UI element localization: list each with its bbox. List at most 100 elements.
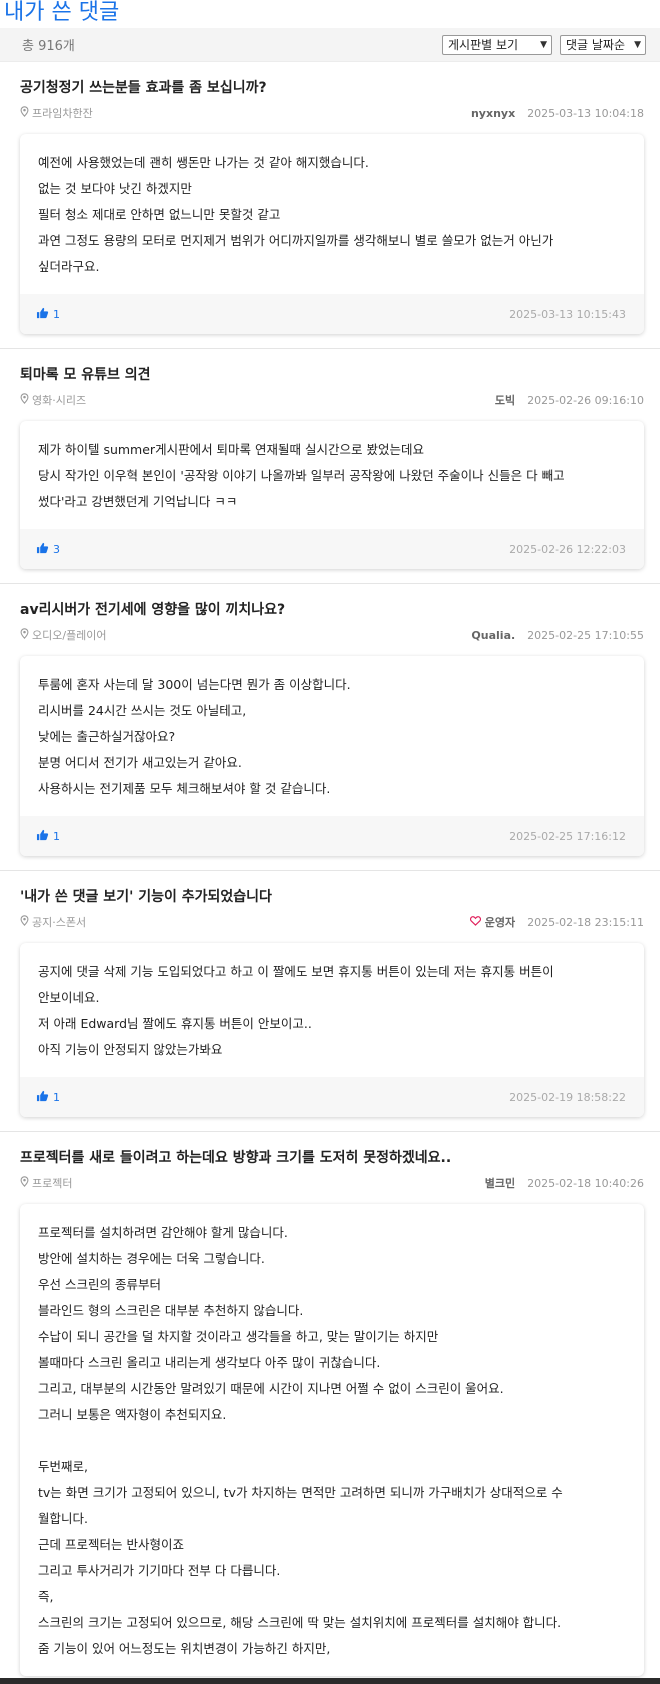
post-date: 2025-02-26 09:16:10 (527, 393, 644, 407)
post-author[interactable]: Qualia. (471, 629, 515, 642)
comment-line: 수납이 되니 공간을 덜 차지할 것이라고 생각들을 하고, 맞는 말이기는 하… (38, 1329, 439, 1344)
chevron-down-icon: ▼ (540, 39, 547, 50)
board-category-link[interactable]: 공지·스폰서 (20, 914, 86, 930)
post-meta: 프로젝터 별크민 2025-02-18 10:40:26 (20, 1174, 644, 1192)
like-count: 3 (53, 542, 60, 556)
comment-line: 그리고 투사거리가 기기마다 전부 다 다릅니다. (38, 1563, 281, 1578)
comment-line: 근데 프로젝터는 반사형이죠 (38, 1537, 184, 1552)
comment-line: 두번째로, (38, 1459, 88, 1474)
comment-line: 예전에 사용했었는데 괜히 쌩돈만 나가는 것 같아 해지했습니다. (38, 155, 369, 170)
post-author[interactable]: 별크민 (485, 1175, 515, 1191)
post-title-link[interactable]: '내가 쓴 댓글 보기' 기능이 추가되었습니다 (20, 887, 644, 907)
like-button[interactable]: 1 (36, 829, 60, 844)
comment-line: 썼다'라고 강변했던게 기억납니다 ㅋㅋ (38, 494, 238, 509)
comment-line: 안보이네요. (38, 990, 100, 1005)
comment-card[interactable]: 예전에 사용했었는데 괜히 쌩돈만 나가는 것 같아 해지했습니다. 없는 것 보… (20, 134, 644, 334)
sort-select[interactable]: 댓글 날짜순 ▼ (560, 34, 646, 55)
post-title-link[interactable]: av리시버가 전기세에 영향을 많이 끼치나요? (20, 600, 644, 620)
board-category-link[interactable]: 프로젝터 (20, 1175, 72, 1191)
post-meta-right: 별크민 2025-02-18 10:40:26 (485, 1175, 644, 1191)
comment-line: 프로젝터를 설치하려면 감안해야 할게 많습니다. (38, 1225, 288, 1240)
comment-line: 투룸에 혼자 사는데 달 300이 넘는다면 뭔가 좀 이상합니다. (38, 677, 351, 692)
post-title-link[interactable]: 공기청정기 쓰는분들 효과를 좀 보십니까? (20, 78, 644, 98)
toolbar-selects: 게시판별 보기 ▼ 댓글 날짜순 ▼ (442, 34, 646, 55)
post-date: 2025-02-25 17:10:55 (527, 628, 644, 642)
location-pin-icon (20, 393, 29, 407)
location-pin-icon (20, 106, 29, 120)
comment-date: 2025-02-26 12:22:03 (509, 542, 626, 556)
comment-line: 저 아래 Edward님 짤에도 휴지통 버튼이 안보이고.. (38, 1016, 312, 1031)
comment-line: 공지에 댓글 삭제 기능 도입되었다고 하고 이 짤에도 보면 휴지통 버튼이 … (38, 964, 554, 979)
comment-line: 블라인드 형의 스크린은 대부분 추천하지 않습니다. (38, 1303, 304, 1318)
post-title-link[interactable]: 프로젝터를 새로 들이려고 하는데요 방향과 크기를 도저히 못정하겠네요.. (20, 1148, 644, 1168)
comment-line: 즉, (38, 1589, 54, 1604)
comment-date: 2025-03-13 10:15:43 (509, 307, 626, 321)
comment-line: 제가 하이텔 summer게시판에서 퇴마록 연재될때 실시간으로 봤었는데요 (38, 442, 424, 457)
post-date: 2025-03-13 10:04:18 (527, 106, 644, 120)
board-category-link[interactable]: 오디오/플레이어 (20, 627, 107, 643)
comment-date: 2025-02-19 18:58:22 (509, 1090, 626, 1104)
post-title-link[interactable]: 퇴마록 모 유튜브 의견 (20, 365, 644, 385)
post-item: av리시버가 전기세에 영향을 많이 끼치나요? 오디오/플레이어 Qualia… (0, 584, 660, 871)
post-author[interactable]: nyxnyx (471, 107, 515, 120)
post-meta-right: nyxnyx 2025-03-13 10:04:18 (471, 107, 644, 120)
chevron-down-icon: ▼ (634, 39, 641, 50)
comment-line: 과연 그정도 용량의 모터로 먼지제거 범위가 어디까지일까를 생각해보니 별로… (38, 233, 554, 248)
sort-label: 댓글 날짜순 (566, 38, 626, 52)
comment-line: 낮에는 출근하실거잖아요? (38, 729, 176, 744)
comment-line: 줌 기능이 있어 어느정도는 위치변경이 가능하긴 하지만, (38, 1641, 331, 1656)
author-name: 운영자 (484, 916, 516, 929)
like-button[interactable]: 1 (36, 1090, 60, 1105)
post-meta: 영화·시리즈 도빅 2025-02-26 09:16:10 (20, 391, 644, 409)
board-category-link[interactable]: 프라임차한잔 (20, 105, 93, 121)
thumbs-up-icon (36, 1090, 49, 1105)
post-author[interactable]: 운영자 (469, 914, 516, 930)
comment-card[interactable]: 투룸에 혼자 사는데 달 300이 넘는다면 뭔가 좀 이상합니다. 리시버를 2… (20, 656, 644, 856)
comment-card[interactable]: 공지에 댓글 삭제 기능 도입되었다고 하고 이 짤에도 보면 휴지통 버튼이 … (20, 943, 644, 1117)
category-label: 공지·스폰서 (32, 916, 87, 929)
comment-line: 그리고, 대부분의 시간동안 말려있기 때문에 시간이 지나면 어쩔 수 없이 … (38, 1381, 504, 1396)
like-button[interactable]: 1 (36, 307, 60, 322)
post-author[interactable]: 도빅 (495, 392, 515, 408)
comment-line: 분명 어디서 전기가 새고있는거 같아요. (38, 755, 242, 770)
thumbs-up-icon (36, 542, 49, 557)
comment-footer: 3 2025-02-26 12:22:03 (20, 529, 644, 569)
category-label: 오디오/플레이어 (32, 629, 107, 642)
category-label: 영화·시리즈 (32, 394, 87, 407)
like-count: 1 (53, 829, 60, 843)
comment-line: 월합니다. (38, 1511, 88, 1526)
author-name: Qualia. (471, 628, 516, 642)
like-button[interactable]: 3 (36, 542, 60, 557)
post-date: 2025-02-18 23:15:11 (527, 915, 644, 929)
comment-line: 싶더라구요. (38, 259, 100, 274)
post-meta-right: Qualia. 2025-02-25 17:10:55 (471, 629, 644, 642)
comment-body: 공지에 댓글 삭제 기능 도입되었다고 하고 이 짤에도 보면 휴지통 버튼이 … (20, 943, 644, 1077)
post-item: 퇴마록 모 유튜브 의견 영화·시리즈 도빅 2025-02-26 09:16:… (0, 349, 660, 584)
comment-line: 사용하시는 전기제품 모두 체크해보셔야 할 것 같습니다. (38, 781, 331, 796)
post-item: 공기청정기 쓰는분들 효과를 좀 보십니까? 프라임차한잔 nyxnyx 202… (0, 62, 660, 349)
total-count: 총 916개 (22, 39, 75, 54)
comment-card[interactable]: 프로젝터를 설치하려면 감안해야 할게 많습니다. 방안에 설치하는 경우에는 더… (20, 1204, 644, 1676)
post-meta-right: 운영자 2025-02-18 23:15:11 (469, 914, 644, 930)
comment-card[interactable]: 제가 하이텔 summer게시판에서 퇴마록 연재될때 실시간으로 봤었는데요당… (20, 421, 644, 569)
comment-line: 없는 것 보다야 낫긴 하겠지만 (38, 181, 192, 196)
board-category-link[interactable]: 영화·시리즈 (20, 392, 86, 408)
comment-body: 투룸에 혼자 사는데 달 300이 넘는다면 뭔가 좀 이상합니다. 리시버를 2… (20, 656, 644, 816)
location-pin-icon (20, 1176, 29, 1190)
author-name: nyxnyx (470, 106, 516, 120)
post-item: '내가 쓴 댓글 보기' 기능이 추가되었습니다 공지·스폰서 운영자 2025… (0, 871, 660, 1132)
comment-body: 프로젝터를 설치하려면 감안해야 할게 많습니다. 방안에 설치하는 경우에는 더… (20, 1204, 644, 1676)
board-filter-select[interactable]: 게시판별 보기 ▼ (442, 34, 552, 55)
location-pin-icon (20, 915, 29, 929)
like-count: 1 (53, 307, 60, 321)
thumbs-up-icon (36, 829, 49, 844)
toolbar: 총 916개 게시판별 보기 ▼ 댓글 날짜순 ▼ (0, 28, 660, 62)
comment-body: 예전에 사용했었는데 괜히 쌩돈만 나가는 것 같아 해지했습니다. 없는 것 보… (20, 134, 644, 294)
comment-line: 리시버를 24시간 쓰시는 것도 아닐테고, (38, 703, 247, 718)
comment-line: 당시 작가인 이우혁 본인이 '공작왕 이야기 나올까봐 일부러 공작왕에 나왔… (38, 468, 565, 483)
category-label: 프로젝터 (32, 1177, 73, 1190)
post-item: 프로젝터를 새로 들이려고 하는데요 방향과 크기를 도저히 못정하겠네요.. … (0, 1132, 660, 1684)
taskbar-strip (0, 1678, 660, 1684)
comment-line: 볼때마다 스크린 올리고 내리는게 생각보다 아주 많이 귀찮습니다. (38, 1355, 381, 1370)
post-meta: 프라임차한잔 nyxnyx 2025-03-13 10:04:18 (20, 104, 644, 122)
